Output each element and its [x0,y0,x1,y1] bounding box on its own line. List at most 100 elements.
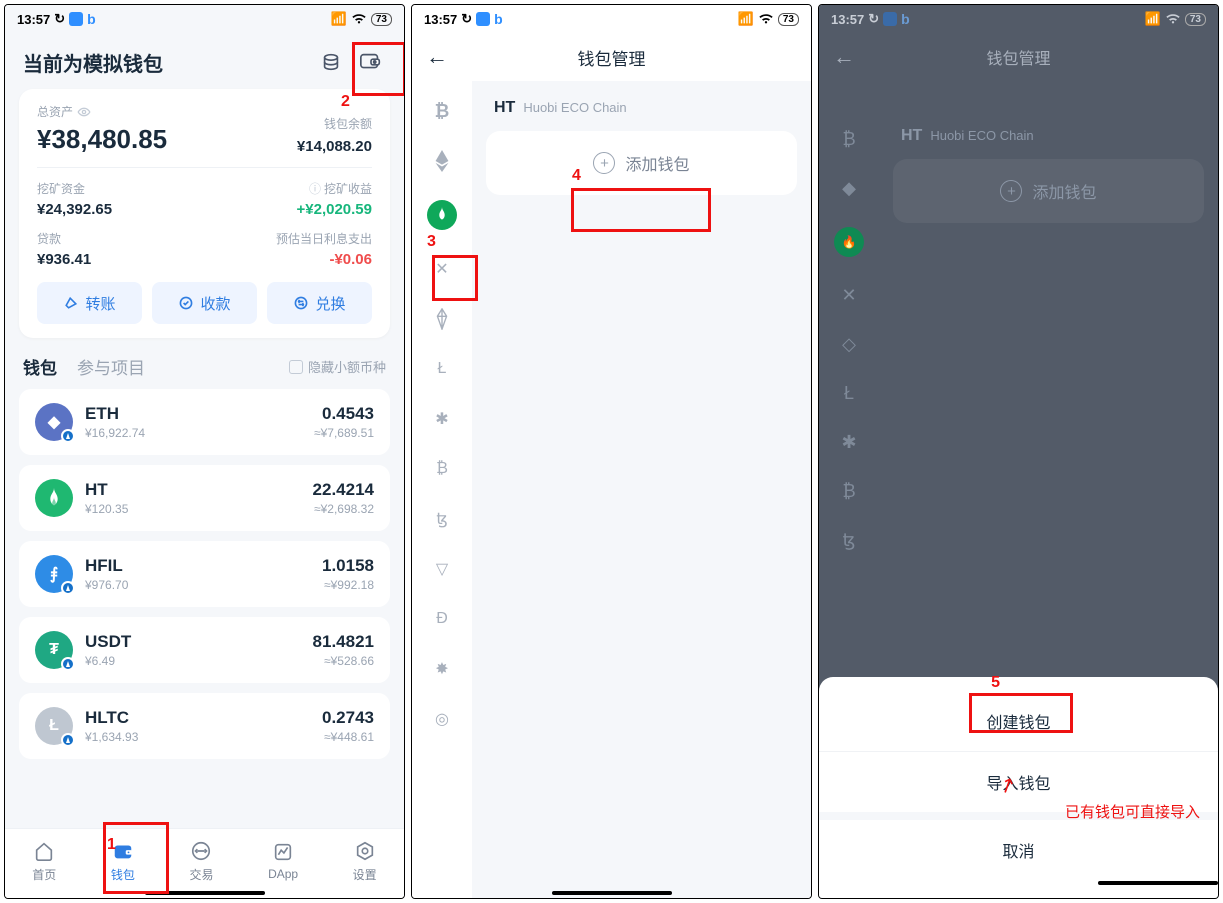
wifi-icon [758,13,774,25]
chain-more-icon[interactable]: ◎ [431,708,453,730]
loan-label: 贷款 [37,230,91,247]
coin-approx: ≈¥448.61 [322,730,374,744]
chain-dash-icon[interactable]: Đ [431,608,453,630]
coin-row-ht[interactable]: HT ¥120.35 22.4214 ≈¥2,698.32 [19,465,390,531]
nav-trade[interactable]: 交易 [189,839,213,883]
annotation-note: 已有钱包可直接导入 [1065,801,1200,822]
signal-icon: 📶 [738,11,754,27]
chain-ltc-icon[interactable]: Ł [431,358,453,380]
total-assets-value: ¥38,480.85 [37,124,167,155]
chain-symbol: HT [494,99,515,117]
mining-profit-value: +¥2,020.59 [297,201,373,218]
chain-rail-dimmed: ₿ ◆ 🔥 ✕ ◇ Ł ✱ ₿ ꜩ [819,81,879,551]
transfer-button[interactable]: 转账 [37,282,142,324]
hide-small-toggle[interactable]: 隐藏小额币种 [289,357,386,376]
home-indicator [1098,881,1218,885]
fil-icon: ⨎ [35,555,73,593]
wallet-mode-title: 当前为模拟钱包 [23,48,163,77]
chain-ada-icon: ✱ [841,432,856,453]
status-bar: 13:57 ↻ b 📶 73 [412,5,811,33]
coin-amount: 0.4543 [314,404,374,424]
chain-eth-icon[interactable] [431,150,453,172]
chain-ltc-icon: Ł [844,383,854,404]
app-icon [476,12,490,26]
status-bar: 13:57 ↻ b 📶 73 [5,5,404,33]
annotation-5: 5 [991,674,1000,692]
annotation-box-5 [969,693,1073,733]
exchange-button[interactable]: 兑换 [267,282,372,324]
nav-home[interactable]: 首页 [32,839,56,883]
divider [37,167,372,168]
total-assets-label: 总资产 [37,103,167,120]
chain-xtz-icon: ꜩ [843,530,856,551]
coin-amount: 81.4821 [313,632,374,652]
chain-bch-icon[interactable]: ₿ [431,458,453,480]
mining-fund-value: ¥24,392.65 [37,201,112,218]
coin-symbol: HLTC [85,708,138,728]
screen-wallet-home: 13:57 ↻ b 📶 73 当前为模拟钱包 总资 [4,4,405,899]
coin-symbol: ETH [85,404,145,424]
nav-settings[interactable]: 设置 [353,839,377,883]
coin-approx: ≈¥528.66 [313,654,374,668]
status-time: 13:57 [831,12,864,27]
add-wallet-label: 添加钱包 [625,151,689,175]
coin-price: ¥976.70 [85,578,128,592]
huobi-badge-icon [61,581,75,595]
page-title: 钱包管理 [986,45,1050,69]
huobi-badge-icon [61,733,75,747]
usdt-icon: ₮ [35,631,73,669]
chain-ada-icon[interactable]: ✱ [431,408,453,430]
coin-row-eth[interactable]: ◆ ETH ¥16,922.74 0.4543 ≈¥7,689.51 [19,389,390,455]
screen-add-wallet-sheet: 13:57 ↻ b 📶 73 ← 钱包管理 ₿ ◆ 🔥 ✕ ◇ Ł [818,4,1219,899]
coin-row-hltc[interactable]: Ł HLTC ¥1,634.93 0.2743 ≈¥448.61 [19,693,390,759]
tab-wallet[interactable]: 钱包 [23,354,57,379]
coin-price: ¥6.49 [85,654,131,668]
annotation-box-2 [352,42,405,96]
back-button: ← [833,44,855,70]
info-icon[interactable]: ⓘ [309,180,321,197]
add-wallet-button-dimmed: + 添加钱包 [893,159,1204,223]
cancel-button[interactable]: 取消 [819,820,1218,880]
annotation-3: 3 [427,233,436,251]
coin-row-usdt[interactable]: ₮ USDT ¥6.49 81.4821 ≈¥528.66 [19,617,390,683]
interest-value: -¥0.06 [276,251,372,268]
nav-home-label: 首页 [32,866,56,883]
assets-icon[interactable] [316,47,346,77]
add-wallet-label: 添加钱包 [1032,179,1096,203]
balance-label: 钱包余额 [297,115,372,132]
chain-btc-icon: ₿ [842,129,855,150]
chain-btc-icon[interactable]: ₿ [435,101,450,122]
chain-name: Huobi ECO Chain [930,128,1033,143]
chain-rail: ₿ ✕ Ł ✱ ₿ ꜩ ▽ Đ ✸ ◎ [412,81,472,898]
wifi-icon [351,13,367,25]
annotation-1: 1 [107,836,116,854]
asset-summary-card: 总资产 ¥38,480.85 钱包余额 ¥14,088.20 挖矿资金 ¥24,… [19,89,390,338]
eye-icon[interactable] [77,107,91,117]
coin-approx: ≈¥992.18 [322,578,374,592]
coin-price: ¥1,634.93 [85,730,138,744]
coin-symbol: HT [85,480,128,500]
chain-ht-icon[interactable] [427,200,457,230]
app-icon [69,12,83,26]
wifi-icon [1165,13,1181,25]
add-wallet-button[interactable]: + 添加钱包 [486,131,797,195]
dapp-icon [271,840,295,864]
coin-approx: ≈¥2,698.32 [313,502,374,516]
annotation-box-1 [103,822,169,894]
tab-projects[interactable]: 参与项目 [77,354,145,379]
plus-icon: + [593,152,615,174]
chain-xrp-icon: ✕ [841,285,856,306]
back-button[interactable]: ← [426,44,448,70]
nav-dapp[interactable]: DApp [268,840,298,881]
chain-eos-icon[interactable] [431,308,453,330]
receive-button[interactable]: 收款 [152,282,257,324]
app-b-icon: b [494,11,503,27]
chain-trx-icon[interactable]: ▽ [431,558,453,580]
plus-icon: + [1000,180,1022,202]
chain-atom-icon[interactable]: ✸ [431,658,453,680]
coin-price: ¥16,922.74 [85,426,145,440]
coin-row-hfil[interactable]: ⨎ HFIL ¥976.70 1.0158 ≈¥992.18 [19,541,390,607]
chain-xtz-icon[interactable]: ꜩ [431,508,453,530]
battery-icon: 73 [1185,13,1206,26]
page-title: 钱包管理 [578,45,646,70]
